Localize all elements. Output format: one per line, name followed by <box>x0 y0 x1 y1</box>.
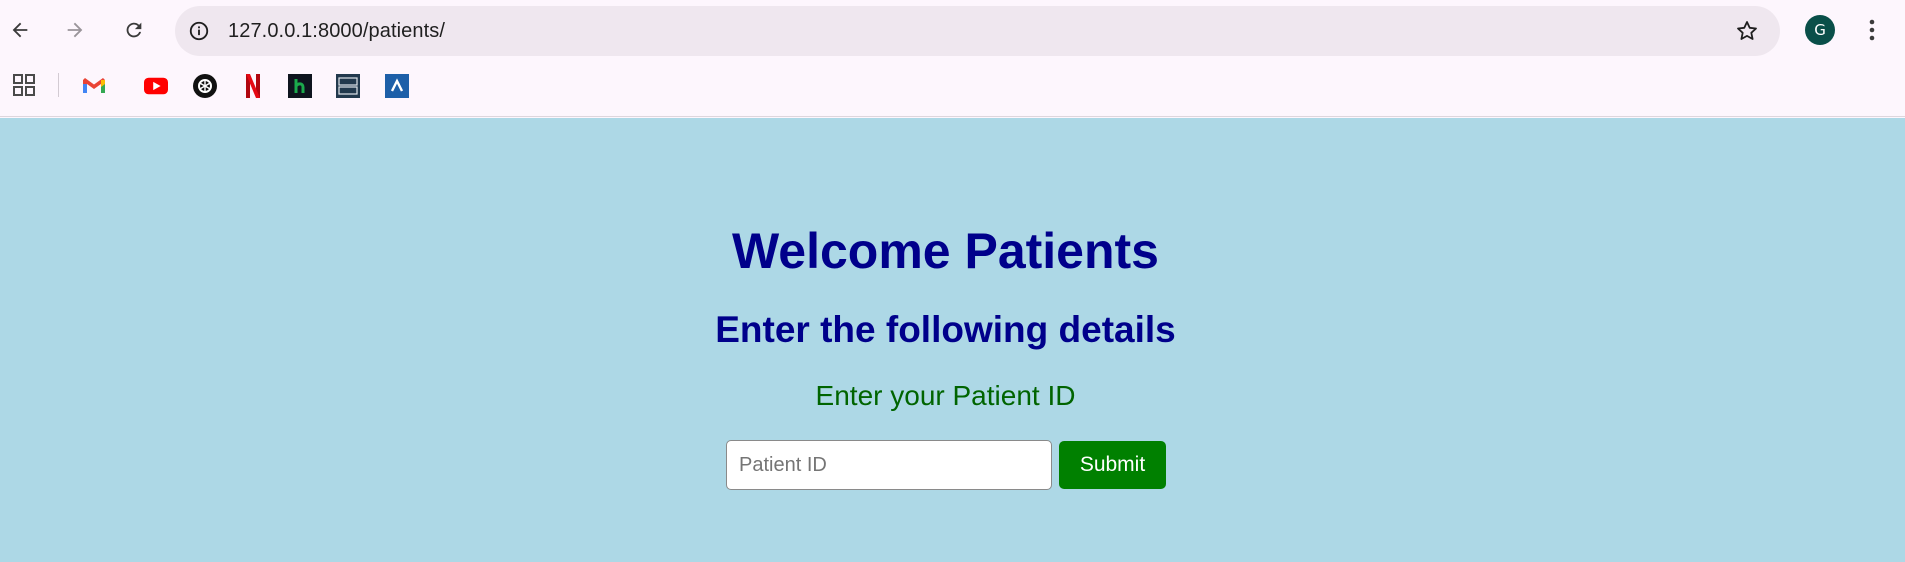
address-bar[interactable]: 127.0.0.1:8000/patients/ <box>175 6 1780 56</box>
aws-icon <box>385 74 409 98</box>
page-content: Welcome Patients Enter the following det… <box>0 118 1905 562</box>
page-title: Welcome Patients <box>731 223 1159 279</box>
url-text[interactable]: 127.0.0.1:8000/patients/ <box>228 20 445 43</box>
gmail-icon <box>83 78 105 93</box>
apps-grid-icon[interactable] <box>12 73 36 97</box>
info-icon <box>189 21 209 41</box>
openai-icon <box>193 74 217 98</box>
back-button[interactable] <box>2 12 38 48</box>
bookmarks-divider <box>58 73 59 97</box>
netflix-bookmark[interactable] <box>241 74 265 98</box>
hackerrank-bookmark[interactable] <box>288 74 312 98</box>
arrow-left-icon <box>12 22 28 38</box>
browser-toolbar: 127.0.0.1:8000/patients/ G <box>0 0 1905 61</box>
arrow-right-icon <box>67 22 83 38</box>
leetcode-icon <box>336 74 360 98</box>
netflix-icon <box>246 74 260 98</box>
submit-button[interactable]: Submit <box>1059 441 1166 489</box>
browser-menu-button[interactable] <box>1860 12 1884 48</box>
leetcode-bookmark[interactable] <box>336 74 360 98</box>
aws-bookmark[interactable] <box>385 74 409 98</box>
gmail-bookmark[interactable] <box>82 74 106 98</box>
kebab-menu-icon <box>1869 19 1875 41</box>
patient-id-label: Enter your Patient ID <box>815 380 1076 411</box>
star-icon <box>1737 21 1757 40</box>
bookmarks-bar <box>0 61 1905 117</box>
reload-icon <box>126 22 142 38</box>
profile-avatar[interactable]: G <box>1805 15 1835 45</box>
site-info-button[interactable] <box>186 18 212 44</box>
patient-id-input[interactable] <box>726 440 1052 490</box>
reload-button[interactable] <box>116 12 152 48</box>
youtube-bookmark[interactable] <box>144 74 168 98</box>
hackerrank-icon <box>288 74 312 98</box>
page-subtitle: Enter the following details <box>715 309 1176 350</box>
forward-button[interactable] <box>57 12 93 48</box>
youtube-icon <box>144 77 168 95</box>
openai-bookmark[interactable] <box>193 74 217 98</box>
bookmark-star-button[interactable] <box>1734 18 1760 44</box>
profile-initial: G <box>1814 21 1826 39</box>
